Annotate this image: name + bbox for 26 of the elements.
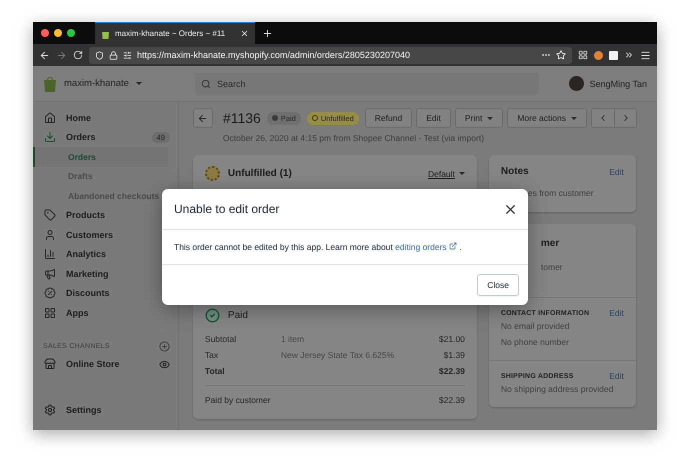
card-title: Paid bbox=[228, 310, 248, 321]
info-text: No email provided bbox=[500, 320, 570, 333]
row-amount: $22.39 bbox=[438, 395, 465, 405]
row-amount: $22.39 bbox=[438, 366, 465, 376]
info-text: No phone number bbox=[500, 336, 570, 349]
url-text: https://maxim-khanate.myshopify.com/admin/orders/2805230207040 bbox=[137, 50, 411, 60]
row-label: Total bbox=[204, 366, 226, 376]
store-name: maxim-khanate bbox=[64, 78, 129, 89]
dialog-message: This order cannot be edited by this app. Learn more about editing orders . bbox=[174, 242, 462, 252]
notes-text: es from customer bbox=[526, 187, 595, 200]
row-label: Paid by customer bbox=[204, 395, 272, 405]
dialog-title: Unable to edit order bbox=[174, 202, 280, 216]
row-amount: $1.39 bbox=[444, 350, 465, 360]
card-title: Unfulfilled (1) bbox=[228, 168, 292, 179]
row-amount: $21.00 bbox=[438, 334, 465, 344]
row-detail: 1 item bbox=[280, 334, 306, 344]
customer-text: tomer bbox=[540, 261, 564, 274]
row-detail: New Jersey State Tax 6.625% bbox=[280, 350, 396, 360]
user-name: SengMing Tan bbox=[590, 78, 647, 88]
row-label: Subtotal bbox=[204, 334, 238, 344]
order-date: October 26, 2020 at 4:15 pm from Shopee Channel - Test (via import) bbox=[222, 133, 486, 143]
info-text: No shipping address provided bbox=[500, 383, 614, 396]
card-title: mer bbox=[540, 238, 560, 249]
row-label: Tax bbox=[204, 350, 220, 360]
card-title: Notes bbox=[500, 166, 529, 177]
order-number: #1136 bbox=[222, 110, 261, 126]
